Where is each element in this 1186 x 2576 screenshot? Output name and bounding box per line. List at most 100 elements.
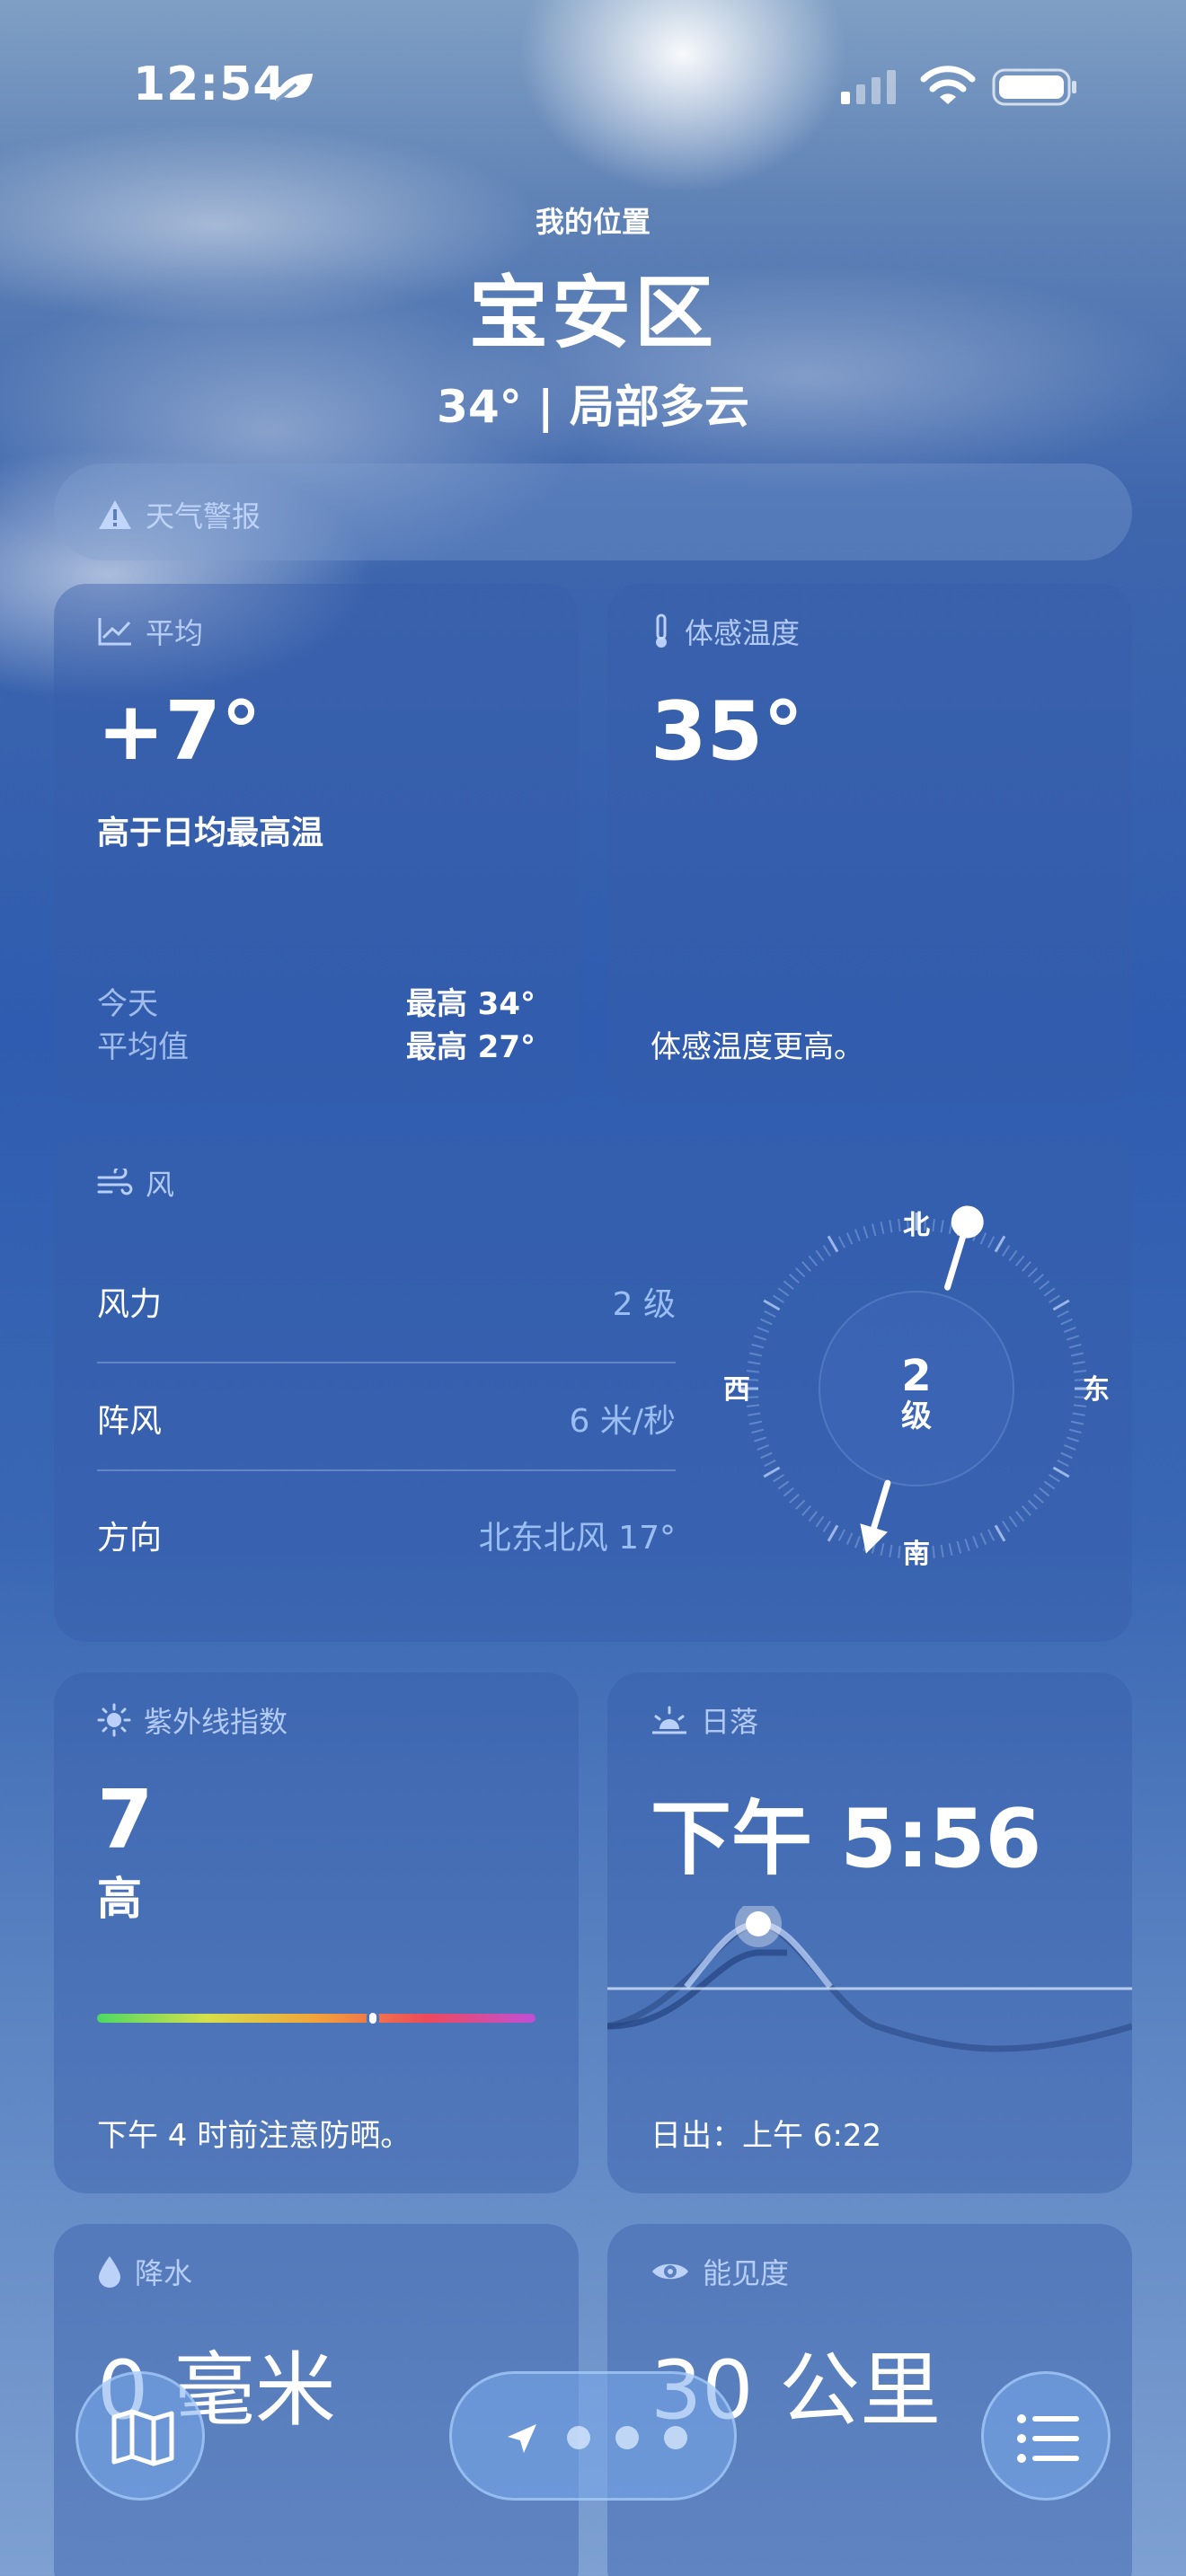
status-time: 12:54 bbox=[133, 57, 287, 111]
compass-tick bbox=[880, 1542, 885, 1557]
compass-tick bbox=[783, 1280, 794, 1291]
compass-tick bbox=[1022, 1505, 1031, 1516]
compass-tick bbox=[979, 1532, 987, 1545]
average-card[interactable]: 平均 +7° 高于日均最高温 今天 最高 34° 平均值 最高 27° bbox=[54, 584, 579, 1105]
city-list-button[interactable] bbox=[981, 2371, 1111, 2501]
wind-card[interactable]: 风 风力 2 级 阵风 6 米/秒 方向 北东北风 17° 北 南 西 东 2 … bbox=[54, 1135, 1132, 1642]
alert-header: 天气警报 bbox=[97, 494, 261, 535]
compass-tick bbox=[979, 1232, 987, 1245]
leaf-icon bbox=[275, 74, 313, 102]
compass-tick bbox=[763, 1466, 781, 1478]
compass-tick bbox=[760, 1318, 773, 1326]
compass-tick bbox=[815, 1515, 825, 1528]
compass-east-label: 东 bbox=[1083, 1374, 1110, 1406]
trend-chart-icon bbox=[98, 618, 131, 646]
compass-tick bbox=[1002, 1245, 1011, 1257]
compass-tick bbox=[757, 1444, 770, 1451]
compass-tick bbox=[1073, 1370, 1087, 1373]
compass-tick bbox=[898, 1218, 901, 1232]
compass-tick bbox=[1067, 1335, 1080, 1341]
uv-scale-marker bbox=[367, 2010, 380, 2026]
page-dot[interactable] bbox=[567, 2426, 590, 2449]
compass-tick bbox=[748, 1420, 763, 1425]
wind-gust-row: 阵风 6 米/秒 bbox=[97, 1360, 676, 1477]
compass-tick bbox=[994, 1524, 1006, 1542]
compass-tick bbox=[1049, 1294, 1060, 1303]
today-high: 最高 34° bbox=[405, 986, 535, 1022]
compass-tick bbox=[773, 1474, 784, 1483]
compass-tick bbox=[880, 1221, 885, 1235]
compass-tick bbox=[1014, 1255, 1025, 1266]
compass-tick bbox=[1008, 1249, 1018, 1262]
sunset-icon bbox=[652, 1706, 686, 1734]
compass-tick bbox=[1072, 1412, 1085, 1416]
compass-tick bbox=[987, 1529, 996, 1541]
compass-tick bbox=[889, 1220, 893, 1233]
map-button[interactable] bbox=[75, 2371, 205, 2501]
average-label: 平均值 bbox=[97, 1029, 189, 1065]
precipitation-header: 降水 bbox=[97, 2251, 192, 2292]
sunrise-time: 日出：上午 6:22 bbox=[651, 2118, 882, 2154]
average-high: 最高 27° bbox=[405, 1029, 535, 1065]
compass-tick bbox=[871, 1223, 877, 1237]
compass-tick bbox=[1057, 1310, 1069, 1318]
compass-tick bbox=[748, 1352, 763, 1357]
compass-tick bbox=[1072, 1361, 1085, 1365]
sunset-card[interactable]: 日落 下午 5:56 日出：上午 6:22 bbox=[607, 1672, 1132, 2193]
compass-tick bbox=[822, 1245, 831, 1257]
location-label: 我的位置 bbox=[535, 205, 651, 239]
wind-compass: 北 南 西 东 2 级 bbox=[723, 1205, 1110, 1570]
location-header: 我的位置 宝安区 34° | 局部多云 bbox=[0, 199, 1186, 436]
uv-scale-bar bbox=[97, 2010, 535, 2026]
compass-tick bbox=[964, 1539, 970, 1552]
feels-like-card[interactable]: 体感温度 35° 体感温度更高。 bbox=[607, 584, 1132, 1105]
compass-tick bbox=[1002, 1521, 1011, 1532]
compass-tick bbox=[1070, 1420, 1084, 1425]
compass-tick bbox=[932, 1545, 935, 1559]
uv-index-card[interactable]: 紫外线指数 7 高 下午 4 时前注意防晒。 bbox=[54, 1672, 579, 2193]
compass-tick bbox=[753, 1335, 766, 1341]
compass-tick bbox=[789, 1494, 800, 1504]
average-description: 高于日均最高温 bbox=[97, 815, 324, 851]
compass-tick bbox=[808, 1511, 819, 1522]
current-summary: 34° | 局部多云 bbox=[437, 381, 749, 433]
wind-force-label: 风力 bbox=[97, 1286, 163, 1323]
weather-alert-card[interactable]: 天气警报 bbox=[54, 463, 1132, 560]
compass-tick bbox=[1052, 1466, 1070, 1478]
page-indicator[interactable] bbox=[449, 2371, 737, 2501]
compass-tick bbox=[1039, 1486, 1050, 1497]
wind-icon bbox=[97, 1169, 133, 1195]
compass-tick bbox=[764, 1310, 776, 1318]
wind-title: 风 bbox=[146, 1168, 175, 1202]
compass-tick bbox=[1060, 1318, 1073, 1326]
page-dot[interactable] bbox=[615, 2426, 639, 2449]
feels-like-note: 体感温度更高。 bbox=[651, 1029, 864, 1065]
compass-tick bbox=[746, 1370, 760, 1373]
thermometer-icon bbox=[656, 613, 667, 648]
uv-value: 7 bbox=[97, 1773, 154, 1867]
divider bbox=[97, 1469, 676, 1471]
compass-tick bbox=[748, 1412, 761, 1416]
compass-tick bbox=[972, 1535, 979, 1548]
compass-tick bbox=[994, 1235, 1006, 1253]
compass-tick bbox=[757, 1326, 770, 1333]
wind-gust-value: 6 米/秒 bbox=[569, 1403, 676, 1440]
compass-tick bbox=[1043, 1480, 1056, 1490]
compass-tick bbox=[801, 1261, 811, 1272]
battery-icon bbox=[992, 68, 1076, 106]
compass-tick bbox=[1052, 1299, 1070, 1311]
compass-tick bbox=[808, 1255, 819, 1266]
compass-tick bbox=[751, 1428, 765, 1434]
compass-tick bbox=[956, 1540, 962, 1554]
compass-tick bbox=[1027, 1499, 1039, 1511]
compass-tick bbox=[748, 1361, 761, 1365]
page-dot[interactable] bbox=[664, 2426, 687, 2449]
compass-tick bbox=[751, 1343, 765, 1349]
location-arrow-icon[interactable] bbox=[504, 2421, 540, 2457]
uv-header: 紫外线指数 bbox=[97, 1699, 288, 1741]
compass-tick bbox=[863, 1225, 869, 1239]
feels-like-value: 35° bbox=[651, 684, 804, 779]
cellular-signal-icon bbox=[841, 70, 896, 104]
compass-tick bbox=[940, 1220, 944, 1233]
compass-tick bbox=[815, 1249, 825, 1262]
